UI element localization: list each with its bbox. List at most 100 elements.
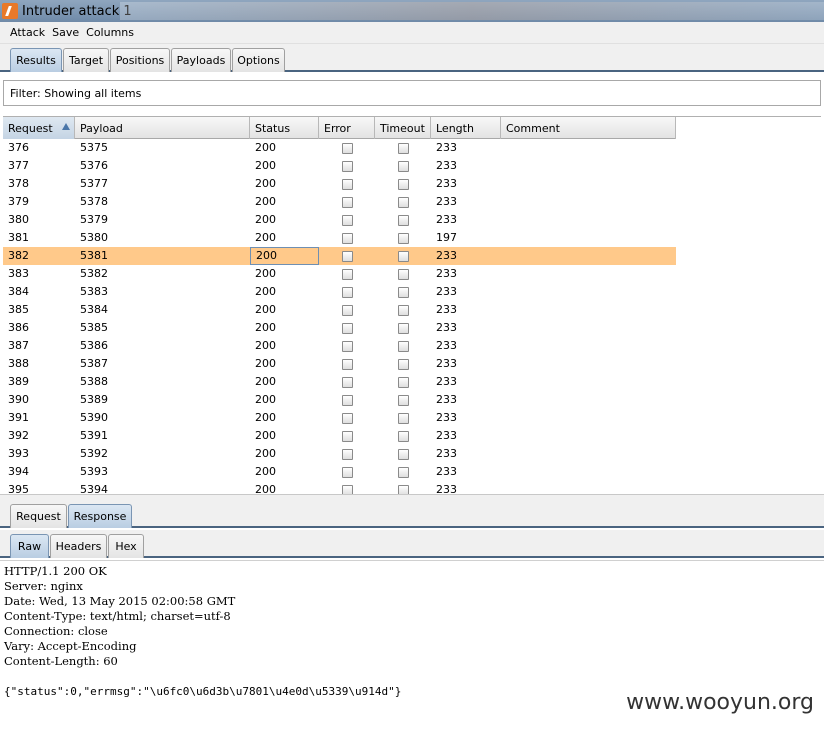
tab-positions[interactable]: Positions xyxy=(110,48,170,72)
table-row[interactable]: 380 5379 200 233 xyxy=(3,211,676,229)
tab-options[interactable]: Options xyxy=(232,48,285,72)
menu-bar: Attack Save Columns xyxy=(0,22,824,44)
cell-length: 233 xyxy=(436,411,457,424)
column-header-status[interactable]: Status xyxy=(250,117,319,139)
column-header-error[interactable]: Error xyxy=(319,117,375,139)
cell-request: 389 xyxy=(8,375,29,388)
results-table: Request Payload Status Error Timeout Len… xyxy=(3,116,821,494)
cell-status: 200 xyxy=(255,393,276,406)
cell-payload: 5383 xyxy=(80,285,108,298)
cell-payload: 5388 xyxy=(80,375,108,388)
table-row[interactable]: 387 5386 200 233 xyxy=(3,337,676,355)
cell-length: 233 xyxy=(436,141,457,154)
table-row[interactable]: 384 5383 200 233 xyxy=(3,283,676,301)
cell-comment xyxy=(501,157,676,175)
error-checkbox xyxy=(342,215,353,226)
timeout-checkbox xyxy=(398,323,409,334)
tab-raw[interactable]: Raw xyxy=(10,534,49,558)
tab-request[interactable]: Request xyxy=(10,504,67,528)
table-row[interactable]: 393 5392 200 233 xyxy=(3,445,676,463)
cell-payload: 5392 xyxy=(80,447,108,460)
tab-target[interactable]: Target xyxy=(63,48,109,72)
menu-columns[interactable]: Columns xyxy=(86,26,134,39)
table-body: 376 5375 200 233 377 5376 200 233 378 5377 200 233 3… xyxy=(3,139,676,494)
cell-length: 233 xyxy=(436,357,457,370)
tab-payloads[interactable]: Payloads xyxy=(171,48,231,72)
column-header-request[interactable]: Request xyxy=(3,117,75,139)
error-checkbox xyxy=(342,449,353,460)
menu-save[interactable]: Save xyxy=(52,26,79,39)
timeout-checkbox xyxy=(398,449,409,460)
timeout-checkbox xyxy=(398,395,409,406)
cell-request: 380 xyxy=(8,213,29,226)
column-header-timeout[interactable]: Timeout xyxy=(375,117,431,139)
cell-status: 200 xyxy=(255,375,276,388)
table-row[interactable]: 379 5378 200 233 xyxy=(3,193,676,211)
cell-status: 200 xyxy=(255,195,276,208)
view-tab-bar: Raw Headers Hex xyxy=(0,530,824,558)
filter-bar[interactable]: Filter: Showing all items xyxy=(3,80,821,106)
cell-length: 233 xyxy=(436,447,457,460)
error-checkbox xyxy=(342,233,353,244)
cell-payload: 5382 xyxy=(80,267,108,280)
table-row[interactable]: 390 5389 200 233 xyxy=(3,391,676,409)
cell-comment xyxy=(501,391,676,409)
cell-payload: 5390 xyxy=(80,411,108,424)
cell-length: 233 xyxy=(436,339,457,352)
tab-results[interactable]: Results xyxy=(10,48,62,72)
cell-request: 379 xyxy=(8,195,29,208)
cell-request: 391 xyxy=(8,411,29,424)
cell-comment xyxy=(501,319,676,337)
table-row[interactable]: 378 5377 200 233 xyxy=(3,175,676,193)
cell-length: 233 xyxy=(436,465,457,478)
error-checkbox xyxy=(342,269,353,280)
timeout-checkbox xyxy=(398,161,409,172)
cell-status: 200 xyxy=(255,213,276,226)
table-row[interactable]: 394 5393 200 233 xyxy=(3,463,676,481)
main-tab-bar: Results Target Positions Payloads Option… xyxy=(0,44,824,72)
error-checkbox xyxy=(342,341,353,352)
cell-status: 200 xyxy=(255,357,276,370)
column-header-payload[interactable]: Payload xyxy=(75,117,250,139)
table-row[interactable]: 377 5376 200 233 xyxy=(3,157,676,175)
cell-length: 233 xyxy=(436,285,457,298)
tab-headers[interactable]: Headers xyxy=(50,534,107,558)
filter-text: Filter: Showing all items xyxy=(10,86,142,100)
table-row[interactable]: 376 5375 200 233 xyxy=(3,139,676,157)
tab-hex[interactable]: Hex xyxy=(108,534,144,558)
error-checkbox xyxy=(342,413,353,424)
cell-payload: 5377 xyxy=(80,177,108,190)
cell-length: 233 xyxy=(436,393,457,406)
menu-attack[interactable]: Attack xyxy=(10,26,45,39)
table-row[interactable]: 392 5391 200 233 xyxy=(3,427,676,445)
table-row[interactable]: 386 5385 200 233 xyxy=(3,319,676,337)
timeout-checkbox xyxy=(398,143,409,154)
table-row[interactable]: 391 5390 200 233 xyxy=(3,409,676,427)
table-row[interactable]: 381 5380 200 197 xyxy=(3,229,676,247)
error-checkbox xyxy=(342,431,353,442)
window-titlebar: Intruder attack 1 xyxy=(0,0,824,22)
cell-length: 233 xyxy=(436,177,457,190)
cell-request: 378 xyxy=(8,177,29,190)
table-row[interactable]: 382 5381 200 233 xyxy=(3,247,676,265)
timeout-checkbox xyxy=(398,233,409,244)
table-row[interactable]: 395 5394 200 233 xyxy=(3,481,676,494)
table-row[interactable]: 388 5387 200 233 xyxy=(3,355,676,373)
timeout-checkbox xyxy=(398,467,409,478)
column-header-comment[interactable]: Comment xyxy=(501,117,676,139)
table-row[interactable]: 385 5384 200 233 xyxy=(3,301,676,319)
cell-status: 200 xyxy=(255,231,276,244)
cell-payload: 5384 xyxy=(80,303,108,316)
cell-status: 200 xyxy=(255,429,276,442)
table-row[interactable]: 383 5382 200 233 xyxy=(3,265,676,283)
cell-length: 233 xyxy=(436,249,457,262)
column-header-length[interactable]: Length xyxy=(431,117,501,139)
cell-length: 233 xyxy=(436,159,457,172)
sort-ascending-icon xyxy=(62,123,70,130)
tab-response[interactable]: Response xyxy=(68,504,132,528)
response-header-line: Connection: close xyxy=(4,624,108,638)
table-row[interactable]: 389 5388 200 233 xyxy=(3,373,676,391)
cell-request: 381 xyxy=(8,231,29,244)
cell-request: 393 xyxy=(8,447,29,460)
cell-comment xyxy=(501,301,676,319)
